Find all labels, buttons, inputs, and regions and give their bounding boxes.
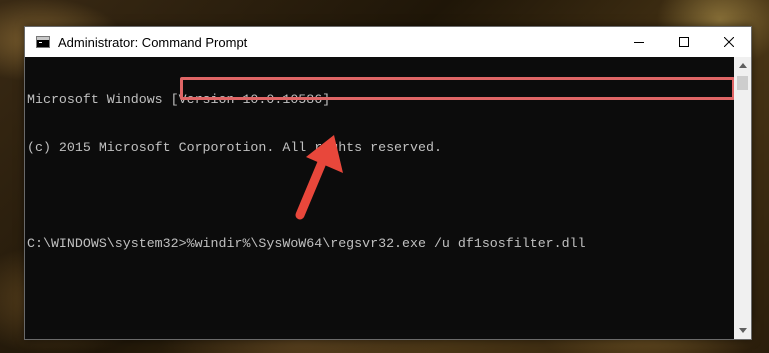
minimize-icon <box>633 42 644 43</box>
command-prompt-path: C:\WINDOWS\system32> <box>27 236 187 251</box>
command-prompt-window: Administrator: Command Prompt Microsoft … <box>24 26 752 340</box>
close-icon <box>723 37 734 47</box>
command-highlight-box <box>180 77 735 100</box>
close-button[interactable] <box>706 27 751 57</box>
maximize-icon <box>678 37 689 47</box>
window-controls <box>616 27 751 57</box>
pointer-arrow-icon <box>295 135 343 220</box>
chevron-up-icon <box>738 63 747 68</box>
maximize-button[interactable] <box>661 27 706 57</box>
scroll-down-button[interactable] <box>734 322 751 339</box>
scroll-thumb[interactable] <box>737 76 748 90</box>
title-bar[interactable]: Administrator: Command Prompt <box>25 27 751 57</box>
cmd-icon <box>36 36 50 48</box>
minimize-button[interactable] <box>616 27 661 57</box>
console-line-command[interactable]: C:\WINDOWS\system32>%windir%\SysWoW64\re… <box>27 236 734 252</box>
chevron-down-icon <box>738 328 747 333</box>
window-title: Administrator: Command Prompt <box>58 34 248 50</box>
vertical-scrollbar[interactable] <box>734 57 751 339</box>
typed-command: %windir%\SysWoW64\regsvr32.exe /u df1sos… <box>186 236 586 251</box>
console-line-copyright: (c) 2015 Microsoft Corporotion. All righ… <box>27 140 442 155</box>
scroll-up-button[interactable] <box>734 57 751 74</box>
